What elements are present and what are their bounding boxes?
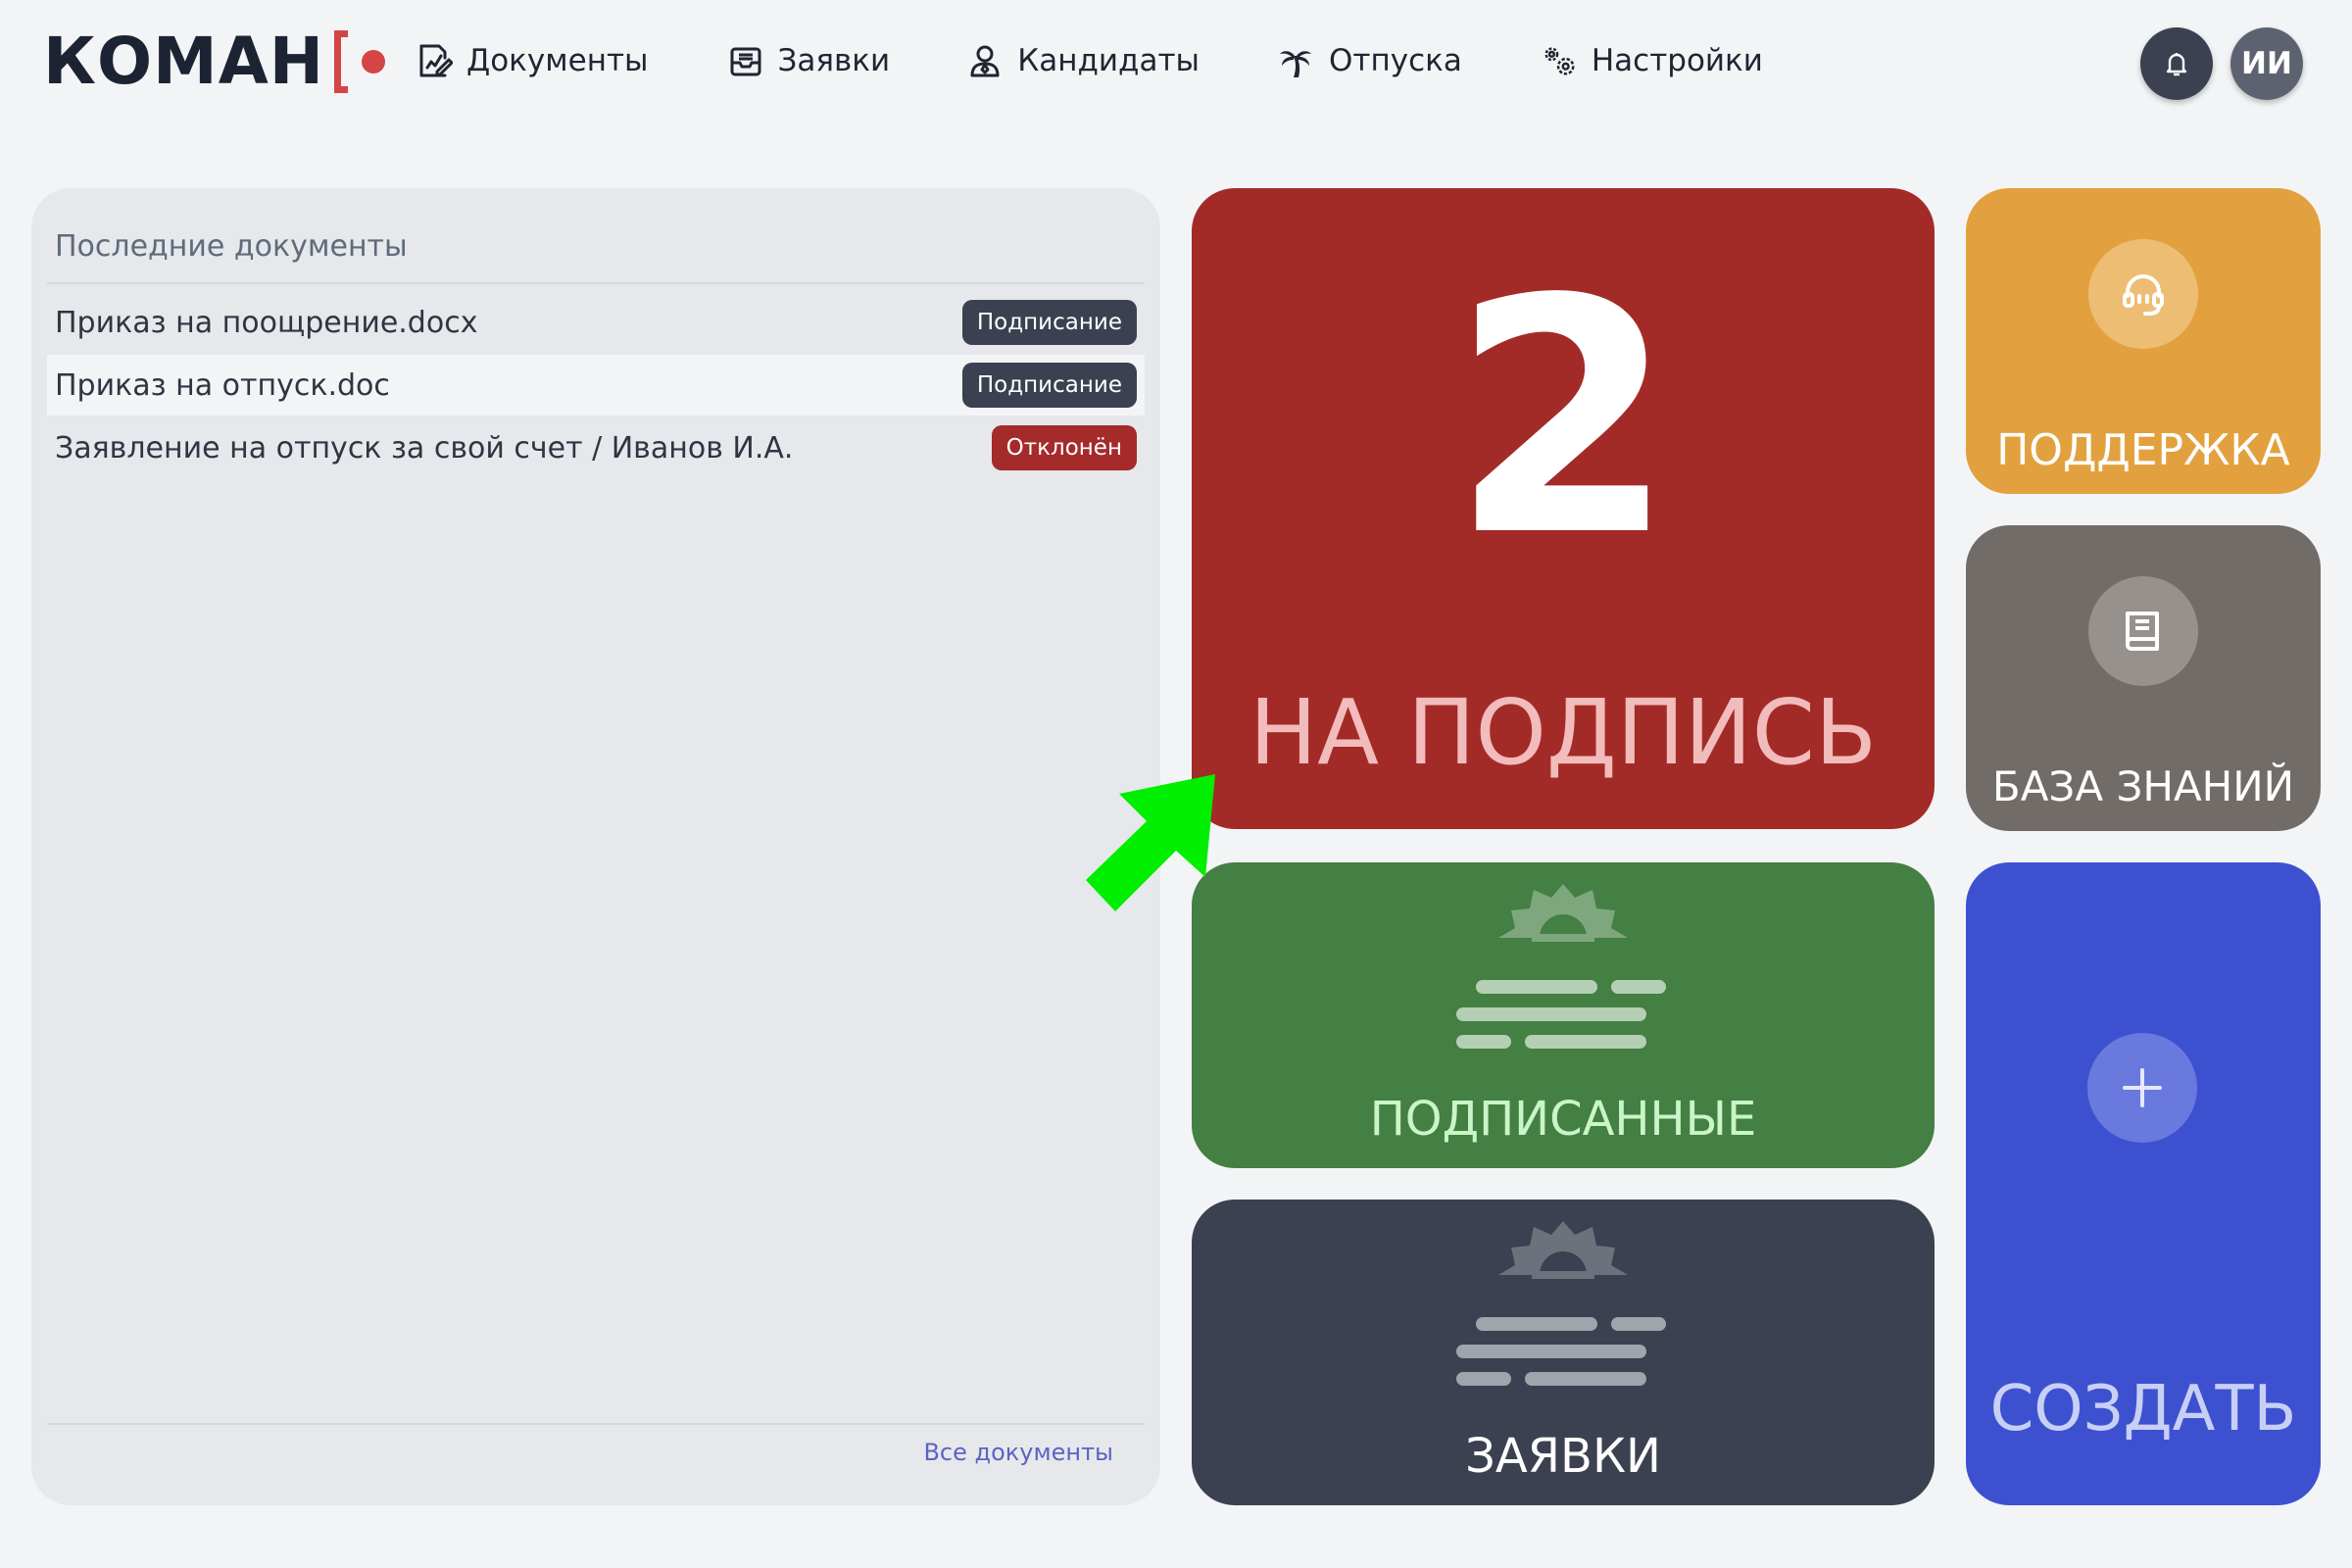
user-avatar[interactable]: ИИ — [2230, 27, 2303, 100]
book-icon — [2126, 612, 2159, 651]
document-name: Приказ на отпуск.doc — [55, 368, 390, 403]
nav-label: Настройки — [1591, 43, 1763, 78]
knowledge-base-tile[interactable]: БАЗА ЗНАНИЙ — [1966, 525, 2321, 831]
sun-horizon-icon — [1456, 1221, 1666, 1386]
nav-label: Заявки — [777, 43, 891, 78]
main-nav: Документы Заявки Кандидаты Отпуска Настр… — [416, 33, 1841, 88]
nav-item-settings[interactable]: Настройки — [1541, 42, 1763, 79]
inbox-tray-icon — [727, 42, 764, 79]
document-name: Заявление на отпуск за свой счет / Ивано… — [55, 430, 794, 466]
nav-item-vacations[interactable]: Отпуска — [1278, 42, 1462, 79]
document-edit-icon — [416, 42, 453, 79]
support-tile[interactable]: ПОДДЕРЖКА — [1966, 188, 2321, 494]
divider — [47, 1423, 1145, 1425]
to-sign-tile[interactable]: 2 НА ПОДПИСЬ — [1192, 188, 1935, 829]
app-logo[interactable]: КОМАН — [43, 24, 386, 100]
to-sign-count: 2 — [1450, 230, 1676, 607]
document-row[interactable]: Приказ на отпуск.doc Подписание — [47, 355, 1145, 416]
sun-horizon-icon — [1456, 884, 1666, 1049]
kb-icon-circle — [2088, 576, 2198, 686]
status-badge: Отклонён — [991, 425, 1137, 470]
create-label: СОЗДАТЬ — [1989, 1373, 2297, 1446]
green-pointer-arrow-icon — [1086, 774, 1215, 911]
logo-bracket-icon — [334, 30, 349, 93]
nav-item-candidates[interactable]: Кандидаты — [966, 42, 1200, 79]
nav-label: Отпуска — [1329, 43, 1462, 78]
panel-title: Последние документы — [55, 229, 408, 264]
notifications-button[interactable] — [2140, 27, 2213, 100]
status-badge: Подписание — [961, 363, 1137, 408]
all-documents-link[interactable]: Все документы — [923, 1439, 1113, 1466]
user-candidate-icon — [966, 42, 1004, 79]
recent-documents-panel: Последние документы Приказ на поощрение.… — [31, 188, 1160, 1505]
support-label: ПОДДЕРЖКА — [1996, 425, 2290, 475]
logo-dot-icon — [362, 50, 386, 74]
top-header: КОМАН Документы Заявки Кандидаты Отпуска… — [0, 0, 2352, 122]
document-row[interactable]: Заявление на отпуск за свой счет / Ивано… — [47, 417, 1145, 478]
nav-label: Кандидаты — [1017, 43, 1200, 78]
create-tile[interactable]: СОЗДАТЬ — [1966, 862, 2321, 1505]
knowledge-base-label: БАЗА ЗНАНИЙ — [1991, 762, 2295, 810]
signed-label: ПОДПИСАННЫЕ — [1369, 1092, 1757, 1147]
logo-text: КОМАН — [43, 24, 325, 99]
gears-icon — [1541, 42, 1578, 79]
nav-label: Документы — [466, 43, 649, 78]
bell-icon — [2166, 53, 2187, 76]
requests-tile[interactable]: ЗАЯВКИ — [1192, 1200, 1935, 1505]
headset-icon — [2123, 274, 2164, 316]
signed-tile[interactable]: ПОДПИСАННЫЕ — [1192, 862, 1935, 1168]
document-name: Приказ на поощрение.docx — [55, 305, 478, 340]
nav-item-documents[interactable]: Документы — [416, 42, 649, 79]
to-sign-label: НА ПОДПИСЬ — [1249, 680, 1878, 785]
status-badge: Подписание — [961, 300, 1137, 345]
support-icon-circle — [2088, 239, 2198, 349]
document-row[interactable]: Приказ на поощрение.docx Подписание — [47, 292, 1145, 353]
palm-tree-icon — [1278, 42, 1315, 79]
requests-label: ЗАЯВКИ — [1465, 1429, 1661, 1484]
plus-icon — [2123, 1068, 2162, 1107]
divider — [47, 282, 1145, 284]
nav-item-requests[interactable]: Заявки — [727, 42, 891, 79]
create-icon-circle — [2087, 1033, 2197, 1143]
